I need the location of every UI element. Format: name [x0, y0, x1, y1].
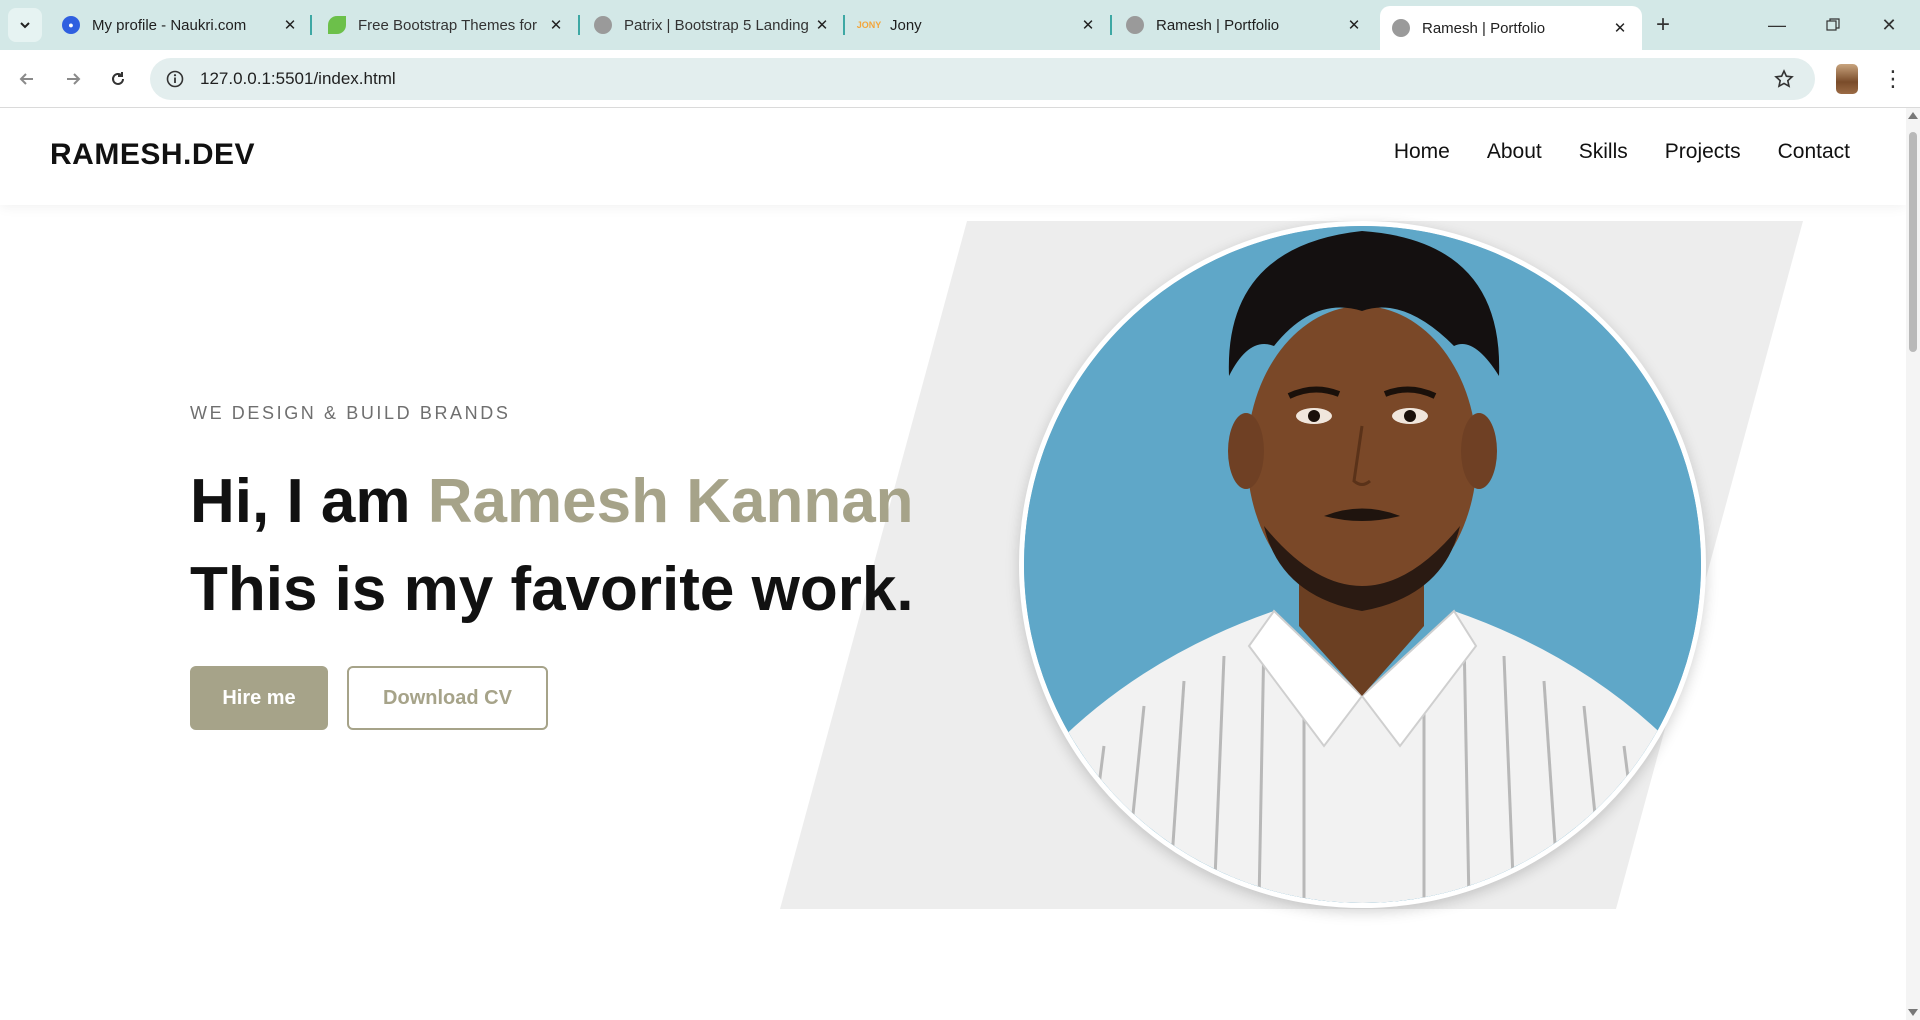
- new-tab-button[interactable]: +: [1650, 11, 1676, 38]
- nav-link-home[interactable]: Home: [1394, 140, 1450, 164]
- nav-link-projects[interactable]: Projects: [1665, 140, 1741, 164]
- profile-avatar[interactable]: [1836, 64, 1858, 94]
- close-icon[interactable]: ✕: [1078, 15, 1098, 35]
- close-icon[interactable]: ✕: [1610, 18, 1630, 38]
- tab-title: Jony: [890, 16, 922, 34]
- jony-icon: JONY: [856, 20, 882, 30]
- nav-link-contact[interactable]: Contact: [1778, 140, 1850, 164]
- browser-tab-bar: ● My profile - Naukri.com ✕ Free Bootstr…: [0, 0, 1920, 50]
- site-header: RAMESH.DEV Home About Skills Projects Co…: [0, 108, 1906, 205]
- naukri-icon: ●: [62, 16, 80, 34]
- forward-icon[interactable]: [58, 64, 88, 94]
- leaf-icon: [328, 16, 346, 34]
- main-nav: Home About Skills Projects Contact: [1394, 140, 1850, 164]
- scrollbar-thumb[interactable]: [1909, 132, 1917, 352]
- hero-heading-line1: Hi, I am Ramesh Kannan: [190, 458, 914, 546]
- browser-tab[interactable]: Patrix | Bootstrap 5 Landing ✕: [582, 6, 844, 44]
- tab-separator: [1110, 15, 1112, 35]
- site-info-icon[interactable]: [164, 68, 186, 90]
- hero-name: Ramesh Kannan: [427, 467, 914, 536]
- close-icon[interactable]: ✕: [546, 15, 566, 35]
- scroll-down-icon[interactable]: [1908, 1009, 1918, 1016]
- tab-separator: [310, 15, 312, 35]
- browser-tab-active[interactable]: Ramesh | Portfolio ✕: [1380, 6, 1642, 50]
- scroll-up-icon[interactable]: [1908, 112, 1918, 119]
- tab-title: Ramesh | Portfolio: [1422, 19, 1546, 37]
- nav-link-skills[interactable]: Skills: [1579, 140, 1628, 164]
- hero-greeting: Hi, I am: [190, 467, 428, 536]
- url-text[interactable]: 127.0.0.1:5501/index.html: [200, 69, 396, 89]
- restore-icon[interactable]: [1810, 8, 1856, 42]
- site-logo[interactable]: RAMESH.DEV: [50, 138, 255, 172]
- tab-search-button[interactable]: [8, 8, 42, 42]
- tab-separator: [578, 15, 580, 35]
- browser-tab[interactable]: Free Bootstrap Themes for ✕: [316, 6, 578, 44]
- back-icon[interactable]: [12, 64, 42, 94]
- tab-title: Ramesh | Portfolio: [1156, 16, 1280, 34]
- close-icon[interactable]: ✕: [812, 15, 832, 35]
- hero-heading-line2: This is my favorite work.: [190, 555, 914, 624]
- hero-eyebrow: WE DESIGN & BUILD BRANDS: [190, 403, 511, 423]
- tab-title: Patrix | Bootstrap 5 Landing: [624, 16, 809, 34]
- browser-tab[interactable]: ● My profile - Naukri.com ✕: [50, 6, 312, 44]
- reload-icon[interactable]: [103, 64, 133, 94]
- browser-toolbar: 127.0.0.1:5501/index.html ⋮: [0, 50, 1920, 108]
- close-icon[interactable]: ✕: [1344, 15, 1364, 35]
- tab-title: My profile - Naukri.com: [92, 16, 247, 34]
- nav-link-about[interactable]: About: [1487, 140, 1542, 164]
- close-icon[interactable]: ✕: [280, 15, 300, 35]
- hire-me-button[interactable]: Hire me: [190, 666, 328, 730]
- chevron-down-icon: [20, 22, 30, 29]
- download-cv-button[interactable]: Download CV: [347, 666, 548, 730]
- globe-icon: [1392, 19, 1410, 37]
- bookmark-star-icon[interactable]: [1773, 68, 1795, 90]
- page-viewport: RAMESH.DEV Home About Skills Projects Co…: [0, 108, 1906, 1020]
- more-menu-icon[interactable]: ⋮: [1880, 64, 1906, 94]
- globe-icon: [594, 16, 612, 34]
- tab-separator: [843, 15, 845, 35]
- browser-tab[interactable]: Ramesh | Portfolio ✕: [1114, 6, 1376, 44]
- page-scrollbar[interactable]: [1906, 108, 1920, 1020]
- hero-section: WE DESIGN & BUILD BRANDS Hi, I am Ramesh…: [190, 403, 914, 730]
- portrait-illustration: [1024, 226, 1701, 903]
- profile-photo: [1019, 221, 1706, 908]
- address-bar[interactable]: 127.0.0.1:5501/index.html: [150, 58, 1815, 100]
- tab-title: Free Bootstrap Themes for: [358, 16, 537, 34]
- globe-icon: [1126, 16, 1144, 34]
- window-close-icon[interactable]: ✕: [1866, 8, 1912, 42]
- browser-tab[interactable]: JONY Jony ✕: [848, 6, 1110, 44]
- hero-buttons: Hire me Download CV: [190, 666, 914, 730]
- minimize-icon[interactable]: —: [1754, 8, 1800, 42]
